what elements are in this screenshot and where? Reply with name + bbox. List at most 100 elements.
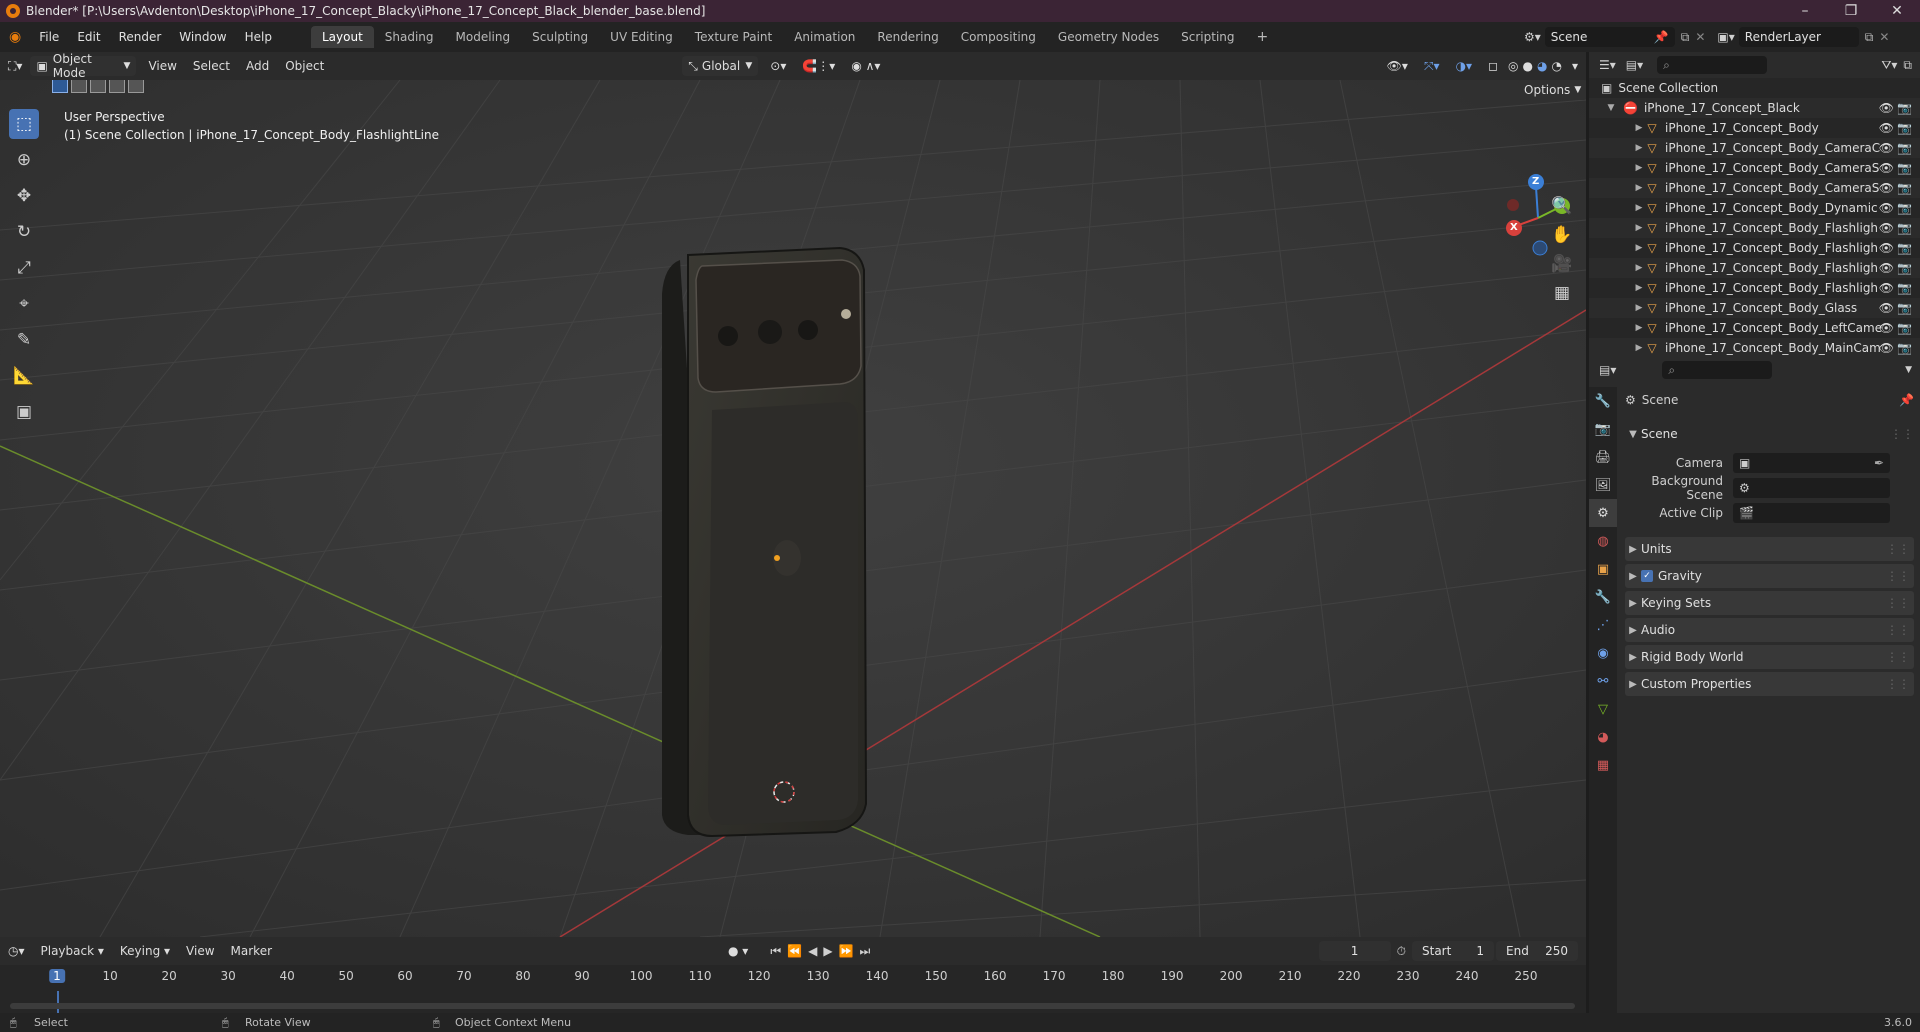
outliner-item[interactable]: ▶ ▽ iPhone_17_Concept_Body_Glass 👁 📷: [1589, 298, 1920, 318]
scene-browse-icon[interactable]: ⚙▾: [1524, 30, 1541, 44]
blender-menu-icon[interactable]: ◉: [0, 29, 30, 45]
tab-layout[interactable]: Layout: [310, 26, 374, 48]
menu-file[interactable]: File: [30, 30, 68, 44]
zoom-icon[interactable]: 🔍: [1550, 194, 1574, 218]
view-layer-tab-icon[interactable]: 🖼: [1589, 471, 1617, 499]
tab-modeling[interactable]: Modeling: [445, 26, 522, 48]
cursor-tool-icon[interactable]: ⊕: [9, 145, 39, 175]
options-button[interactable]: Options ▼: [1518, 80, 1586, 100]
mode-selector[interactable]: ▣ Object Mode ▼: [30, 52, 137, 80]
view-layer-icon[interactable]: ▣▾: [1717, 30, 1734, 44]
menu-help[interactable]: Help: [236, 30, 281, 44]
visibility-icon[interactable]: 👁▾: [1379, 59, 1416, 73]
outliner-editor-icon[interactable]: ☰▾: [1599, 58, 1616, 72]
expand-right-icon[interactable]: ▶: [1633, 123, 1645, 133]
scene-panel-header[interactable]: ▼ Scene ⋮⋮: [1625, 422, 1914, 446]
eye-icon[interactable]: 👁: [1879, 141, 1894, 155]
pivot-icon[interactable]: ⊙▾: [762, 59, 794, 73]
render-tab-icon[interactable]: 📷: [1589, 415, 1617, 443]
timeline-area[interactable]: 1 10 20 30 40 50 60 70 80 90 100 110 120 130 140 150 160…: [0, 965, 1586, 1013]
tab-animation[interactable]: Animation: [783, 26, 866, 48]
outliner-item[interactable]: ▶ ▽ iPhone_17_Concept_Body_Dynamic 👁 📷: [1589, 198, 1920, 218]
filter-icon[interactable]: ⛛▾: [1881, 58, 1897, 73]
modifier-tab-icon[interactable]: 🔧: [1589, 583, 1617, 611]
play-reverse-icon[interactable]: ◀: [808, 944, 823, 958]
outliner-search-input[interactable]: ⌕: [1657, 56, 1768, 74]
outliner-item[interactable]: ▶ ▽ iPhone_17_Concept_Body_CameraC 👁 📷: [1589, 138, 1920, 158]
camera-render-icon[interactable]: 📷: [1897, 261, 1912, 275]
minimize-button[interactable]: –: [1782, 0, 1828, 22]
close-button[interactable]: ✕: [1874, 0, 1920, 22]
new-view-layer-icon[interactable]: ⧉: [1865, 30, 1874, 45]
properties-search-input[interactable]: ⌕: [1662, 361, 1773, 379]
proportional-edit-icon[interactable]: ◉ ∧▾: [843, 59, 888, 73]
audio-panel[interactable]: ▶ Audio ⋮⋮: [1625, 618, 1914, 642]
maximize-button[interactable]: ❐: [1828, 0, 1874, 22]
gravity-checkbox[interactable]: ✓: [1641, 570, 1653, 582]
transform-orientation-selector[interactable]: ⤡ Global ▼: [682, 56, 759, 76]
outliner-item[interactable]: ▶ ▽ iPhone_17_Concept_Body_Flashligh 👁 📷: [1589, 238, 1920, 258]
tab-scripting[interactable]: Scripting: [1170, 26, 1245, 48]
display-mode-icon[interactable]: ▤▾: [1626, 58, 1643, 72]
drag-handle-icon[interactable]: ⋮⋮: [1890, 427, 1914, 441]
auto-keying-icon[interactable]: ● ▾: [720, 944, 756, 958]
outliner-item[interactable]: ▶ ▽ iPhone_17_Concept_Body_CameraS 👁 📷: [1589, 158, 1920, 178]
menu-keying[interactable]: Keying ▾: [112, 944, 178, 958]
current-frame-field[interactable]: 1: [1318, 941, 1391, 961]
camera-render-icon[interactable]: 📷: [1897, 101, 1912, 115]
tab-sculpting[interactable]: Sculpting: [521, 26, 599, 48]
texture-tab-icon[interactable]: ▦: [1589, 751, 1617, 779]
select-intersect-icon[interactable]: [128, 80, 144, 93]
eye-icon[interactable]: 👁: [1879, 161, 1894, 175]
outliner-item[interactable]: ▶ ▽ iPhone_17_Concept_Body 👁 📷: [1589, 118, 1920, 138]
outliner-item[interactable]: ▶ ▽ iPhone_17_Concept_Body_Flashligh 👁 📷: [1589, 278, 1920, 298]
xray-icon[interactable]: ◻: [1480, 59, 1506, 73]
phone-model[interactable]: [662, 246, 868, 838]
eye-icon[interactable]: 👁: [1879, 321, 1894, 335]
drag-handle-icon[interactable]: ⋮⋮: [1886, 569, 1910, 583]
select-new-icon[interactable]: [52, 80, 68, 93]
menu-marker[interactable]: Marker: [223, 944, 280, 958]
drag-handle-icon[interactable]: ⋮⋮: [1886, 677, 1910, 691]
units-panel[interactable]: ▶ Units ⋮⋮: [1625, 537, 1914, 561]
pin-icon[interactable]: 📌: [1654, 30, 1669, 44]
eye-icon[interactable]: 👁: [1879, 301, 1894, 315]
properties-editor-icon[interactable]: ▤▾: [1599, 363, 1616, 377]
active-clip-field[interactable]: 🎬: [1733, 503, 1890, 523]
camera-render-icon[interactable]: 📷: [1897, 161, 1912, 175]
camera-render-icon[interactable]: 📷: [1897, 301, 1912, 315]
outliner-item[interactable]: ▶ ▽ iPhone_17_Concept_Body_CameraS 👁 📷: [1589, 178, 1920, 198]
output-tab-icon[interactable]: 🖨: [1589, 443, 1617, 471]
move-tool-icon[interactable]: ✥: [9, 181, 39, 211]
3d-viewport[interactable]: Z Y X User Perspective (1) Scene Collect…: [0, 80, 1586, 937]
drag-handle-icon[interactable]: ⋮⋮: [1886, 542, 1910, 556]
menu-add[interactable]: Add: [238, 59, 277, 73]
editor-type-icon[interactable]: ⛶▾: [0, 59, 30, 74]
select-subtract-icon[interactable]: [90, 80, 106, 93]
jump-keyframe-forward-icon[interactable]: ⏩: [839, 944, 860, 958]
tab-geometry-nodes[interactable]: Geometry Nodes: [1047, 26, 1170, 48]
select-invert-icon[interactable]: [109, 80, 125, 93]
expand-right-icon[interactable]: ▶: [1633, 163, 1645, 173]
shading-solid-icon[interactable]: ●: [1521, 59, 1535, 73]
tab-texture-paint[interactable]: Texture Paint: [684, 26, 783, 48]
camera-render-icon[interactable]: 📷: [1897, 181, 1912, 195]
options-dropdown[interactable]: Options ▼: [1518, 80, 1586, 100]
eye-icon[interactable]: 👁: [1879, 181, 1894, 195]
eye-icon[interactable]: 👁: [1879, 241, 1894, 255]
menu-view[interactable]: View: [140, 59, 184, 73]
end-frame-field[interactable]: End 250: [1496, 941, 1578, 961]
scene-selector[interactable]: Scene 📌: [1544, 27, 1675, 47]
new-collection-icon[interactable]: ⧉: [1903, 58, 1912, 73]
timeline-scrollbar[interactable]: [10, 1003, 1575, 1009]
shading-material-icon[interactable]: ◕: [1535, 59, 1549, 73]
rotate-tool-icon[interactable]: ↻: [9, 217, 39, 247]
pan-hand-icon[interactable]: ✋: [1550, 223, 1574, 247]
menu-edit[interactable]: Edit: [68, 30, 109, 44]
outliner-item[interactable]: ▶ ▽ iPhone_17_Concept_Body_LeftCame 👁 📷: [1589, 318, 1920, 338]
new-scene-icon[interactable]: ⧉: [1681, 30, 1690, 45]
object-tab-icon[interactable]: ▣: [1589, 555, 1617, 583]
expand-right-icon[interactable]: ▶: [1633, 323, 1645, 333]
gizmo-toggle-icon[interactable]: ⤧▾: [1416, 59, 1448, 74]
select-extend-icon[interactable]: [71, 80, 87, 93]
